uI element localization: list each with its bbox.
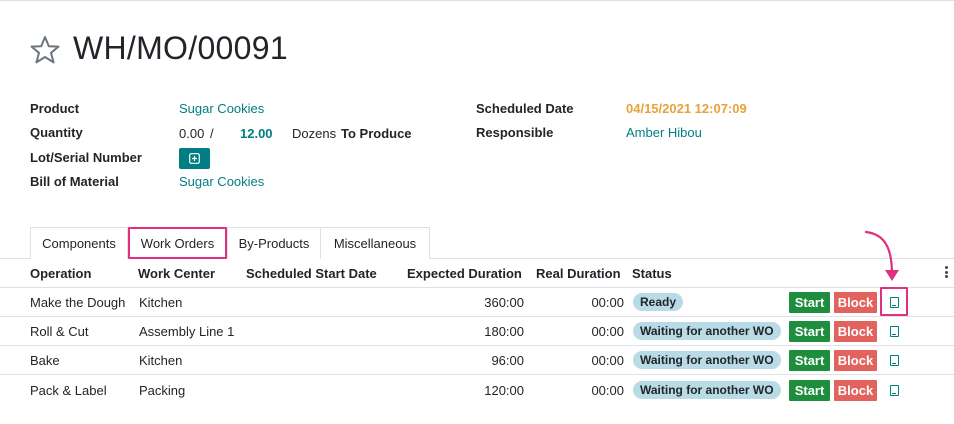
real-duration-cell: 00:00 [591, 324, 624, 339]
responsible-label: Responsible [476, 125, 554, 140]
tablet-icon[interactable] [890, 326, 899, 337]
column-work-center[interactable]: Work Center [138, 266, 215, 281]
operation-cell: Make the Dough [30, 295, 126, 310]
real-duration-cell: 00:00 [591, 383, 624, 398]
real-duration-cell: 00:00 [591, 295, 624, 310]
table-row[interactable]: Pack & Label Packing 120:00 00:00 Waitin… [0, 374, 954, 403]
product-label: Product [30, 101, 80, 116]
scheduled-date-value[interactable]: 04/15/2021 12:07:09 [626, 101, 747, 116]
status-badge: Waiting for another WO [633, 322, 781, 340]
column-operation[interactable]: Operation [30, 266, 91, 281]
quantity-target[interactable]: 12.00 [240, 126, 273, 141]
column-real-duration[interactable]: Real Duration [536, 266, 621, 281]
tab-miscellaneous[interactable]: Miscellaneous [320, 227, 430, 259]
operation-cell: Roll & Cut [30, 324, 89, 339]
operation-cell: Pack & Label [30, 383, 107, 398]
table-row[interactable]: Roll & Cut Assembly Line 1 180:00 00:00 … [0, 316, 954, 345]
start-button[interactable]: Start [789, 380, 830, 401]
tab-by-products[interactable]: By-Products [227, 227, 321, 259]
column-scheduled-start[interactable]: Scheduled Start Date [246, 266, 377, 281]
block-button[interactable]: Block [834, 321, 877, 342]
bom-link[interactable]: Sugar Cookies [179, 174, 264, 189]
page-title: WH/MO/00091 [73, 30, 288, 66]
scheduled-date-label: Scheduled Date [476, 101, 574, 116]
expected-duration-cell: 96:00 [491, 353, 524, 368]
quantity-separator: / [210, 126, 214, 141]
work-center-cell: Packing [139, 383, 186, 398]
plus-square-icon [189, 153, 200, 164]
tab-components[interactable]: Components [30, 227, 128, 259]
tab-work-orders[interactable]: Work Orders [128, 227, 227, 259]
kebab-icon[interactable] [945, 266, 949, 280]
expected-duration-cell: 360:00 [484, 295, 524, 310]
operation-cell: Bake [30, 353, 60, 368]
tablet-icon[interactable] [890, 355, 899, 366]
start-button[interactable]: Start [789, 321, 830, 342]
top-divider [0, 0, 954, 1]
tablet-highlight-box [880, 287, 908, 316]
expected-duration-cell: 120:00 [484, 383, 524, 398]
status-badge: Ready [633, 293, 684, 311]
work-center-cell: Kitchen [139, 353, 183, 368]
tablet-icon[interactable] [890, 385, 899, 396]
status-badge: Waiting for another WO [633, 351, 781, 369]
start-button[interactable]: Start [789, 292, 830, 313]
star-icon[interactable] [29, 34, 61, 66]
quantity-label: Quantity [30, 125, 83, 140]
column-status[interactable]: Status [632, 266, 672, 281]
start-button[interactable]: Start [789, 350, 830, 371]
column-expected-duration[interactable]: Expected Duration [407, 266, 522, 281]
block-button[interactable]: Block [834, 292, 877, 313]
quantity-suffix: To Produce [341, 126, 412, 141]
real-duration-cell: 00:00 [591, 353, 624, 368]
work-center-cell: Kitchen [139, 295, 183, 310]
quantity-uom: Dozens [292, 126, 337, 141]
product-link[interactable]: Sugar Cookies [179, 101, 264, 116]
expected-duration-cell: 180:00 [484, 324, 524, 339]
status-badge: Waiting for another WO [633, 381, 781, 399]
annotation-arrow-icon [864, 230, 899, 281]
responsible-link[interactable]: Amber Hibou [626, 125, 702, 140]
table-row[interactable]: Bake Kitchen 96:00 00:00 Waiting for ano… [0, 345, 954, 374]
block-button[interactable]: Block [834, 350, 877, 371]
lot-label: Lot/Serial Number [30, 150, 142, 165]
quantity-done: 0.00 [179, 126, 205, 141]
bom-label: Bill of Material [30, 174, 119, 189]
work-center-cell: Assembly Line 1 [139, 324, 235, 339]
table-row[interactable]: Make the Dough Kitchen 360:00 00:00 Read… [0, 287, 954, 316]
lot-add-button[interactable] [179, 148, 210, 169]
block-button[interactable]: Block [834, 380, 877, 401]
